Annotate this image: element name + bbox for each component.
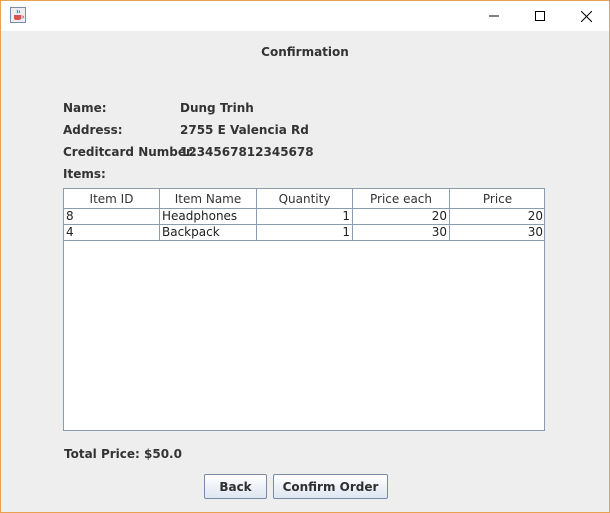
name-value: Dung Trinh: [180, 101, 254, 115]
item-name-cell[interactable]: Backpack: [159, 224, 257, 241]
total-price-label: Total Price:: [64, 447, 140, 461]
price-cell[interactable]: 30: [449, 224, 544, 241]
item-id-cell[interactable]: 8: [64, 208, 160, 225]
price-each-cell[interactable]: 30: [352, 224, 450, 241]
name-label: Name:: [63, 101, 107, 115]
confirm-order-button[interactable]: Confirm Order: [273, 474, 388, 499]
dialog-title: Confirmation: [261, 45, 349, 59]
column-header-price-each[interactable]: Price each: [352, 189, 450, 209]
address-label: Address:: [63, 123, 123, 137]
card-value: 1234567812345678: [180, 145, 314, 159]
close-icon: [580, 10, 592, 22]
column-header-quantity[interactable]: Quantity: [256, 189, 353, 209]
total-price-value: $50.0: [144, 447, 182, 461]
title-bar: [1, 1, 609, 31]
column-header-item-name[interactable]: Item Name: [159, 189, 257, 209]
back-button[interactable]: Back: [204, 474, 267, 499]
confirmation-window: Confirmation Name: Dung Trinh Address: 2…: [0, 0, 610, 513]
price-cell[interactable]: 20: [449, 208, 544, 225]
items-table[interactable]: Item ID Item Name Quantity Price each Pr…: [63, 188, 545, 431]
price-each-cell[interactable]: 20: [352, 208, 450, 225]
maximize-icon: [535, 11, 545, 21]
table-row[interactable]: 8 Headphones 1 20 20: [64, 208, 544, 225]
address-value: 2755 E Valencia Rd: [180, 123, 309, 137]
column-header-item-id[interactable]: Item ID: [64, 189, 160, 209]
table-header-row: Item ID Item Name Quantity Price each Pr…: [64, 189, 544, 209]
java-cup-icon: [10, 7, 26, 23]
minimize-icon: [489, 15, 499, 17]
item-id-cell[interactable]: 4: [64, 224, 160, 241]
items-label: Items:: [63, 167, 106, 181]
column-header-price[interactable]: Price: [449, 189, 544, 209]
table-row[interactable]: 4 Backpack 1 30 30: [64, 224, 544, 241]
quantity-cell[interactable]: 1: [256, 208, 353, 225]
item-name-cell[interactable]: Headphones: [159, 208, 257, 225]
maximize-button[interactable]: [517, 1, 563, 31]
minimize-button[interactable]: [471, 1, 517, 31]
quantity-cell[interactable]: 1: [256, 224, 353, 241]
close-button[interactable]: [563, 1, 609, 31]
card-label: Creditcard Number:: [63, 145, 197, 159]
